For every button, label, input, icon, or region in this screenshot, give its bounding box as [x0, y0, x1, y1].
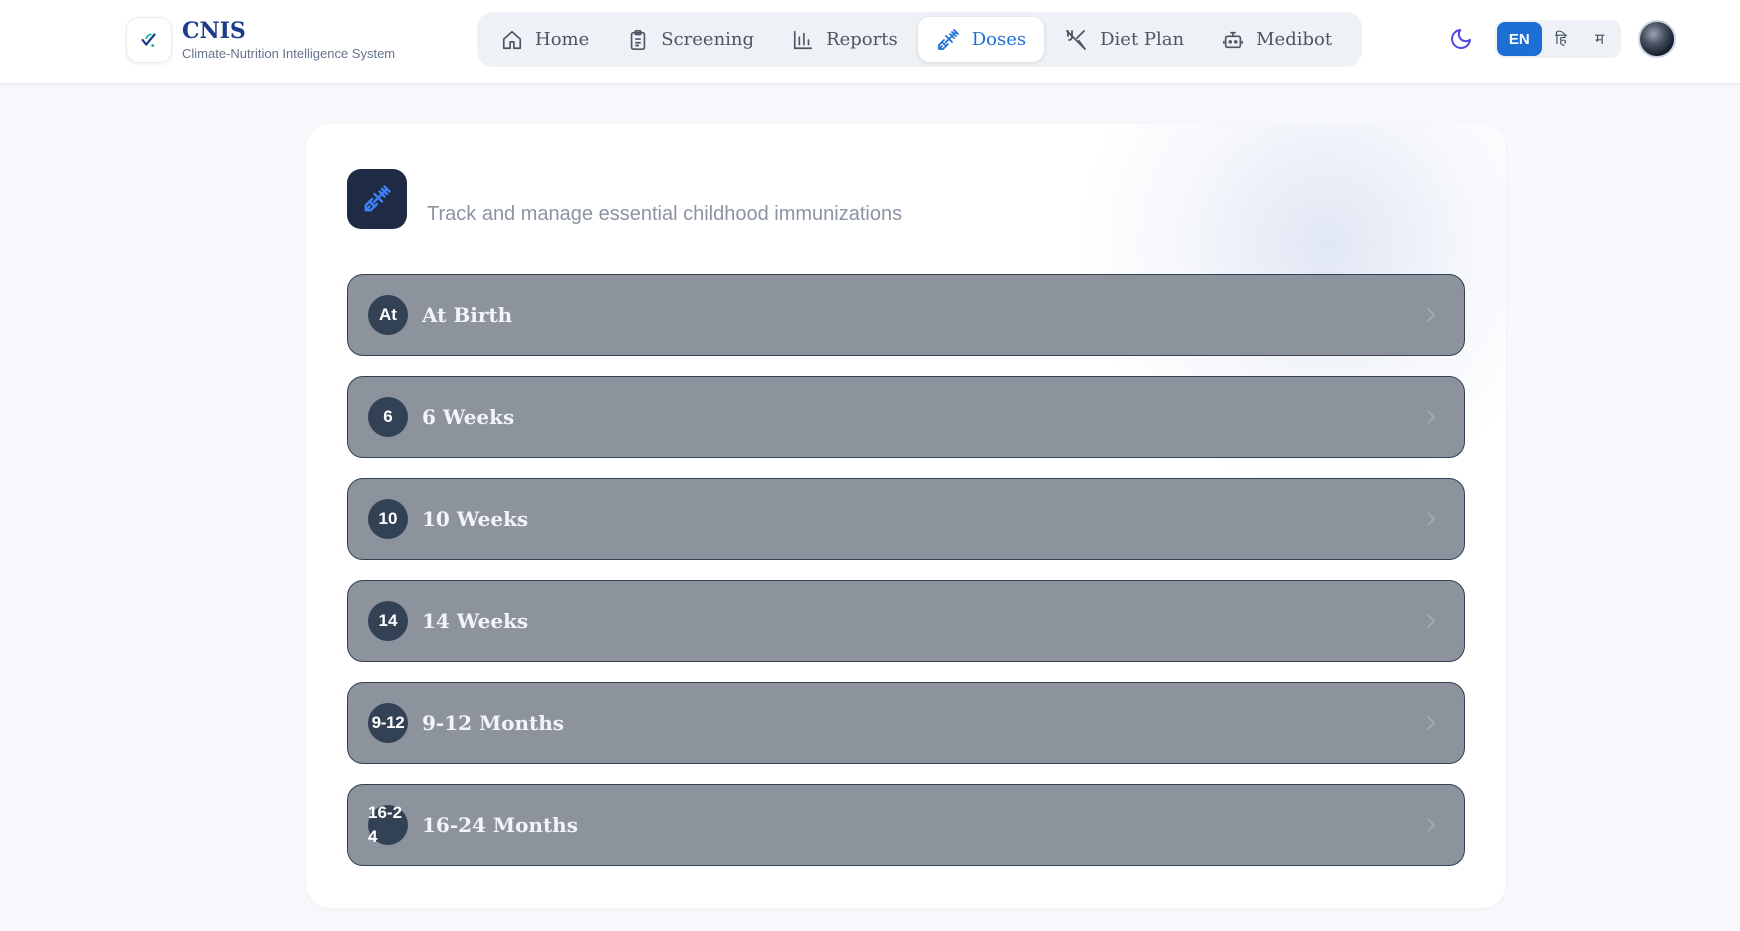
- nav-home-label: Home: [535, 29, 590, 50]
- home-icon: [502, 30, 522, 49]
- card-subtitle: Track and manage essential childhood imm…: [427, 203, 903, 225]
- stage-label: 9-12 Months: [422, 711, 565, 735]
- main-nav: Home Screening Reports Doses Diet Plan M…: [477, 12, 1362, 67]
- language-switcher: EN हि म: [1495, 20, 1621, 58]
- stage-badge: 10: [368, 499, 408, 539]
- lang-en-button[interactable]: EN: [1497, 22, 1542, 56]
- stage-badge: 9-12: [368, 703, 408, 743]
- syringe-icon: [347, 169, 407, 229]
- stage-badge: At: [368, 295, 408, 335]
- doses-card: Track and manage essential childhood imm…: [306, 124, 1506, 908]
- card-header: Track and manage essential childhood imm…: [347, 169, 902, 229]
- nav-doses-label: Doses: [971, 29, 1027, 50]
- stage-14-weeks[interactable]: 14 14 Weeks: [347, 580, 1465, 662]
- stage-label: 14 Weeks: [422, 609, 529, 633]
- nav-diet-plan-label: Diet Plan: [1100, 29, 1185, 50]
- theme-toggle-button[interactable]: [1446, 24, 1476, 54]
- chevron-right-icon: [1427, 614, 1436, 628]
- stage-10-weeks[interactable]: 10 10 Weeks: [347, 478, 1465, 560]
- stage-badge: 14: [368, 601, 408, 641]
- stage-label: At Birth: [422, 303, 513, 327]
- chevron-right-icon: [1427, 716, 1436, 730]
- brand-title: CNIS: [182, 18, 246, 44]
- stage-at-birth[interactable]: At At Birth: [347, 274, 1465, 356]
- nav-diet-plan[interactable]: Diet Plan: [1046, 17, 1202, 62]
- nav-doses[interactable]: Doses: [917, 17, 1045, 62]
- bot-icon: [1223, 31, 1244, 48]
- nav-home[interactable]: Home: [483, 17, 607, 62]
- chevron-right-icon: [1427, 308, 1436, 322]
- stage-badge: 6: [368, 397, 408, 437]
- stage-label: 6 Weeks: [422, 405, 515, 429]
- moon-icon: [1451, 29, 1471, 49]
- nav-medibot[interactable]: Medibot: [1204, 17, 1350, 62]
- chevron-right-icon: [1427, 818, 1436, 832]
- stage-6-weeks[interactable]: 6 6 Weeks: [347, 376, 1465, 458]
- stage-label: 10 Weeks: [422, 507, 529, 531]
- nav-screening-label: Screening: [661, 29, 755, 50]
- lang-hi-button[interactable]: हि: [1542, 22, 1581, 56]
- clipboard-icon: [631, 29, 646, 50]
- check-sprout-icon: [126, 17, 172, 63]
- nav-reports-label: Reports: [826, 29, 898, 50]
- stage-label: 16-24 Months: [422, 813, 578, 837]
- stage-list: At At Birth 6 6 Weeks 10 10 Weeks 14 14 …: [347, 274, 1465, 886]
- utensils-icon: [1066, 29, 1087, 50]
- chevron-right-icon: [1427, 410, 1436, 424]
- nav-screening[interactable]: Screening: [609, 17, 772, 62]
- bar-chart-icon: [793, 30, 813, 49]
- stage-9-12-months[interactable]: 9-12 9-12 Months: [347, 682, 1465, 764]
- brand[interactable]: CNIS Climate-Nutrition Intelligence Syst…: [126, 17, 395, 63]
- lang-mr-button[interactable]: म: [1580, 22, 1619, 56]
- brand-subtitle: Climate-Nutrition Intelligence System: [182, 46, 396, 61]
- card-title: [427, 169, 902, 203]
- nav-reports[interactable]: Reports: [774, 17, 916, 62]
- avatar[interactable]: [1638, 20, 1676, 58]
- nav-medibot-label: Medibot: [1256, 29, 1333, 50]
- chevron-right-icon: [1427, 512, 1436, 526]
- stage-badge: 16-24: [368, 803, 408, 846]
- stage-16-24-months[interactable]: 16-24 16-24 Months: [347, 784, 1465, 866]
- top-header: CNIS Climate-Nutrition Intelligence Syst…: [0, 0, 1740, 84]
- syringe-icon: [937, 28, 959, 50]
